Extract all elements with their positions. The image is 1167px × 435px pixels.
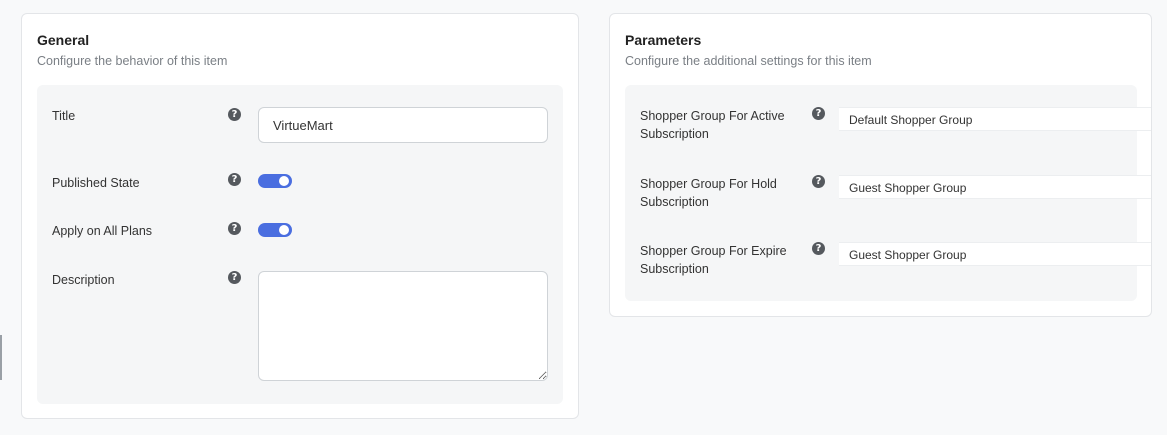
hold-subscription-help-icon[interactable]: ? (812, 175, 825, 188)
title-help-icon[interactable]: ? (228, 108, 241, 121)
parameters-fields-container: Shopper Group For Active Subscription ? … (625, 85, 1151, 301)
expire-subscription-help-icon[interactable]: ? (812, 242, 825, 255)
title-input[interactable] (258, 107, 548, 143)
expire-subscription-select[interactable]: Guest Shopper Group (839, 242, 1151, 266)
toggle-knob (279, 176, 289, 186)
toggle-knob (279, 225, 289, 235)
general-panel: General Configure the behavior of this i… (21, 13, 579, 419)
description-label: Description (52, 273, 115, 287)
description-help-icon[interactable]: ? (228, 271, 241, 284)
description-textarea[interactable] (258, 271, 548, 381)
expire-subscription-label: Shopper Group For Expire Subscription (640, 244, 787, 276)
active-subscription-help-icon[interactable]: ? (812, 107, 825, 120)
active-subscription-select[interactable]: Default Shopper Group (839, 107, 1151, 131)
parameters-title: Parameters (625, 32, 702, 48)
parameters-panel: Parameters Configure the additional sett… (609, 13, 1152, 317)
hold-subscription-label: Shopper Group For Hold Subscription (640, 177, 777, 209)
apply-all-plans-help-icon[interactable]: ? (228, 222, 241, 235)
published-state-help-icon[interactable]: ? (228, 173, 241, 186)
general-title: General (37, 32, 90, 48)
general-fields-container: Title ? Published State ? Apply on All P… (37, 85, 563, 404)
apply-all-plans-label: Apply on All Plans (52, 224, 153, 238)
published-state-label: Published State (52, 176, 140, 190)
active-subscription-label: Shopper Group For Active Subscription (640, 109, 785, 141)
left-edge-divider (0, 335, 2, 380)
title-label: Title (52, 109, 76, 123)
apply-all-plans-toggle[interactable] (258, 223, 292, 237)
hold-subscription-select[interactable]: Guest Shopper Group (839, 175, 1151, 199)
general-subtitle: Configure the behavior of this item (37, 54, 228, 68)
published-state-toggle[interactable] (258, 174, 292, 188)
parameters-subtitle: Configure the additional settings for th… (625, 54, 872, 68)
